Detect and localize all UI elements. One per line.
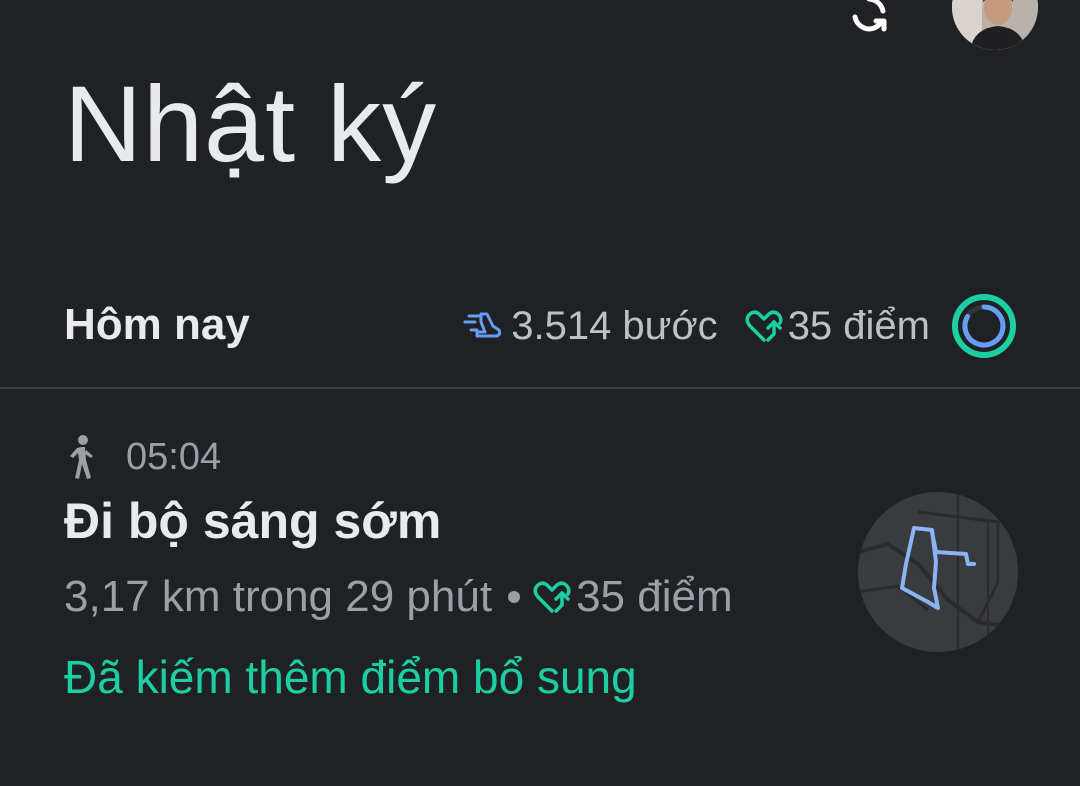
activity-summary: 3,17 km trong 29 phút 35 điểm	[64, 572, 733, 622]
today-summary[interactable]: Hôm nay 3.514 bước 35 điểm	[0, 286, 1080, 366]
heart-points-icon	[533, 581, 571, 613]
activity-rings-icon	[952, 294, 1016, 358]
page-title: Nhật ký	[64, 63, 438, 184]
activity-entry[interactable]: 05:04 Đi bộ sáng sớm 3,17 km trong 29 ph…	[0, 420, 1080, 720]
heart-points-stat: 35 điểm	[744, 304, 930, 349]
user-avatar[interactable]	[952, 0, 1038, 50]
activity-time: 05:04	[126, 435, 222, 478]
activity-heart-points: 35 điểm	[576, 572, 733, 621]
avatar-image	[952, 0, 1038, 50]
heart-points-icon	[745, 310, 783, 342]
bonus-points-note: Đã kiếm thêm điểm bổ sung	[64, 651, 637, 703]
separator-dot	[508, 591, 521, 603]
heart-points-value: 35 điểm	[787, 303, 930, 348]
activity-header: 05:04	[66, 434, 221, 480]
activity-distance-duration: 3,17 km trong 29 phút	[64, 572, 493, 621]
sync-button[interactable]	[843, 0, 895, 40]
today-stats: 3.514 bước 35 điểm	[463, 292, 1018, 360]
steps-icon	[463, 312, 502, 338]
walking-icon	[70, 435, 93, 479]
journal-screen: Nhật ký Hôm nay 3.514 bước 35 điểm 05:04…	[0, 0, 1080, 786]
route-map-icon	[858, 492, 1018, 652]
steps-stat: 3.514 bước	[463, 303, 718, 349]
today-label: Hôm nay	[64, 300, 250, 349]
steps-value: 3.514 bước	[511, 303, 718, 348]
sync-icon	[852, 0, 887, 32]
activity-title: Đi bộ sáng sớm	[64, 493, 442, 549]
route-map-thumbnail[interactable]	[858, 492, 1018, 652]
section-divider	[0, 387, 1080, 389]
